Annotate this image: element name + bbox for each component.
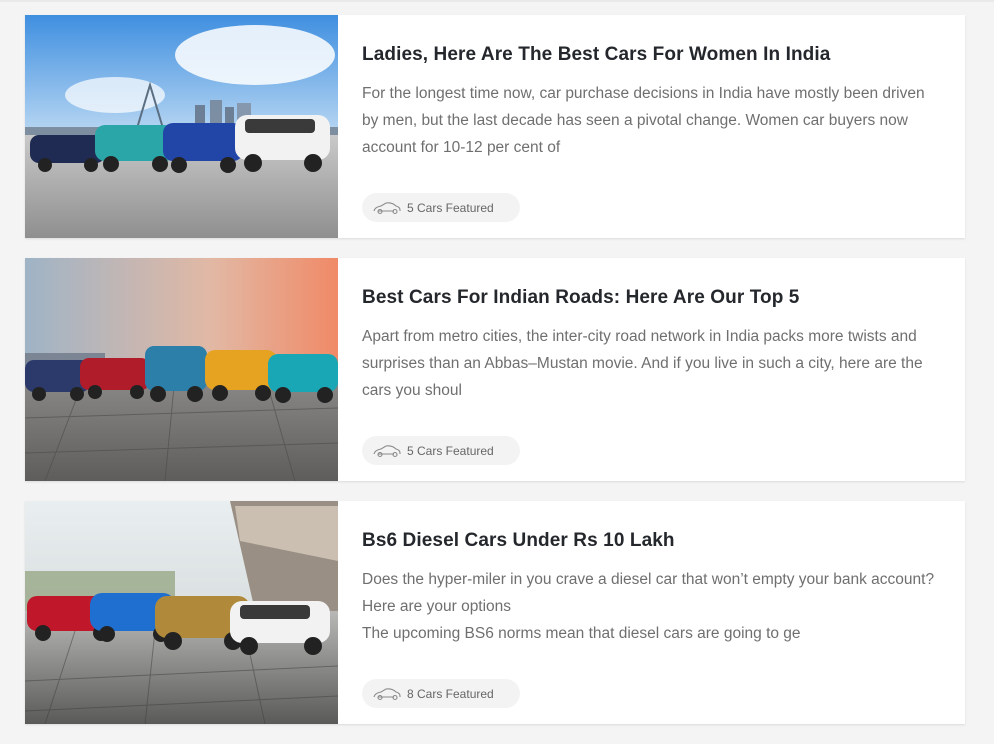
cars-featured-badge: 8 Cars Featured — [362, 679, 520, 708]
article-excerpt: Does the hyper-miler in you crave a dies… — [362, 571, 935, 642]
article-card[interactable]: Ladies, Here Are The Best Cars For Women… — [25, 15, 965, 238]
cars-featured-count: 5 Cars Featured — [407, 200, 494, 215]
cars-featured-badge: 5 Cars Featured — [362, 436, 520, 465]
article-body: Ladies, Here Are The Best Cars For Women… — [338, 15, 965, 238]
article-excerpt: Apart from metro cities, the inter-city … — [362, 328, 923, 399]
article-title[interactable]: Bs6 Diesel Cars Under Rs 10 Lakh — [362, 529, 941, 553]
top-divider — [0, 0, 994, 2]
article-title[interactable]: Best Cars For Indian Roads: Here Are Our… — [362, 286, 941, 310]
article-thumbnail[interactable] — [25, 15, 338, 238]
article-excerpt: For the longest time now, car purchase d… — [362, 85, 925, 156]
article-card[interactable]: Bs6 Diesel Cars Under Rs 10 Lakh Does th… — [25, 501, 965, 724]
article-list: Ladies, Here Are The Best Cars For Women… — [25, 15, 965, 744]
car-outline-icon — [372, 444, 402, 458]
cars-featured-count: 8 Cars Featured — [407, 686, 494, 701]
cars-sunset-plaza-image — [25, 258, 338, 481]
cars-city-skyline-image — [25, 15, 338, 238]
article-card[interactable]: Best Cars For Indian Roads: Here Are Our… — [25, 258, 965, 481]
cars-featured-badge: 5 Cars Featured — [362, 193, 520, 222]
cars-featured-count: 5 Cars Featured — [407, 443, 494, 458]
article-title[interactable]: Ladies, Here Are The Best Cars For Women… — [362, 43, 941, 67]
cars-modern-building-image — [25, 501, 338, 724]
car-outline-icon — [372, 687, 402, 701]
car-outline-icon — [372, 201, 402, 215]
article-body: Best Cars For Indian Roads: Here Are Our… — [338, 258, 965, 481]
article-body: Bs6 Diesel Cars Under Rs 10 Lakh Does th… — [338, 501, 965, 724]
article-thumbnail[interactable] — [25, 258, 338, 481]
article-thumbnail[interactable] — [25, 501, 338, 724]
